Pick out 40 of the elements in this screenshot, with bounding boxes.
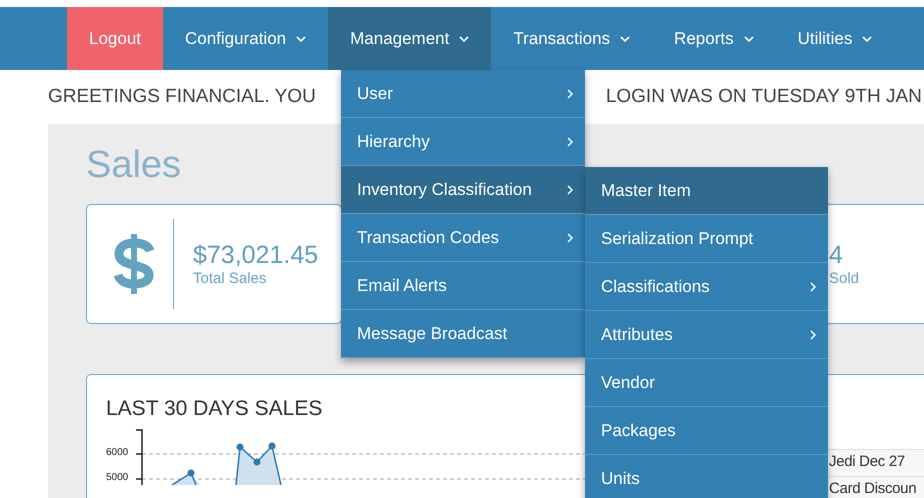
nav-link[interactable]: Configuration xyxy=(163,7,328,70)
menu-item[interactable]: Attributes xyxy=(585,311,828,359)
chevron-down-icon xyxy=(862,36,872,42)
chevron-right-icon xyxy=(810,282,816,292)
stat-label: Sold xyxy=(829,270,860,287)
page-title: Sales xyxy=(86,144,182,188)
table-cell: Jedi Dec 27 xyxy=(828,449,924,476)
dollar-icon xyxy=(112,234,156,294)
stat-label: Total Sales xyxy=(193,270,268,287)
chevron-right-icon xyxy=(810,330,816,340)
table-cell: Card Discoun xyxy=(828,476,924,498)
menu-item[interactable]: Master Item xyxy=(585,167,828,215)
stat-value: 4 xyxy=(829,241,844,270)
menu-item[interactable]: User xyxy=(341,70,585,118)
chevron-right-icon xyxy=(567,184,573,194)
axis-label: 5000 xyxy=(106,472,130,485)
chevron-down-icon xyxy=(744,36,754,42)
chevron-down-icon xyxy=(296,36,306,42)
greeting-text: LOGIN WAS ON TUESDAY 9TH JAN xyxy=(606,86,922,108)
nav-link[interactable]: Reports xyxy=(652,7,776,70)
menu-item[interactable]: Units xyxy=(585,455,828,498)
nav-link[interactable]: Utilities xyxy=(776,7,894,70)
chevron-right-icon xyxy=(567,136,573,146)
chevron-right-icon xyxy=(567,88,573,98)
menu-item[interactable]: Vendor xyxy=(585,359,828,407)
nav-link[interactable]: Transactions xyxy=(491,7,652,70)
menu-item[interactable]: Inventory Classification xyxy=(341,166,585,214)
chevron-down-icon xyxy=(459,36,470,42)
nav-link[interactable]: Management xyxy=(328,7,492,70)
stat-value: $73,021.45 xyxy=(193,241,318,270)
chart-title: LAST 30 DAYS SALES xyxy=(106,397,324,422)
greeting-text: GREETINGS FINANCIAL. YOU xyxy=(48,86,316,108)
menu-item[interactable]: Packages xyxy=(585,407,828,455)
menu-item[interactable]: Classifications xyxy=(585,263,828,311)
chevron-right-icon xyxy=(567,232,573,242)
menu-item[interactable]: Serialization Prompt xyxy=(585,215,828,263)
nav-link[interactable]: Logout xyxy=(67,7,163,70)
chevron-down-icon xyxy=(620,36,630,42)
axis-label: 6000 xyxy=(106,447,130,460)
axis-line xyxy=(136,429,143,485)
